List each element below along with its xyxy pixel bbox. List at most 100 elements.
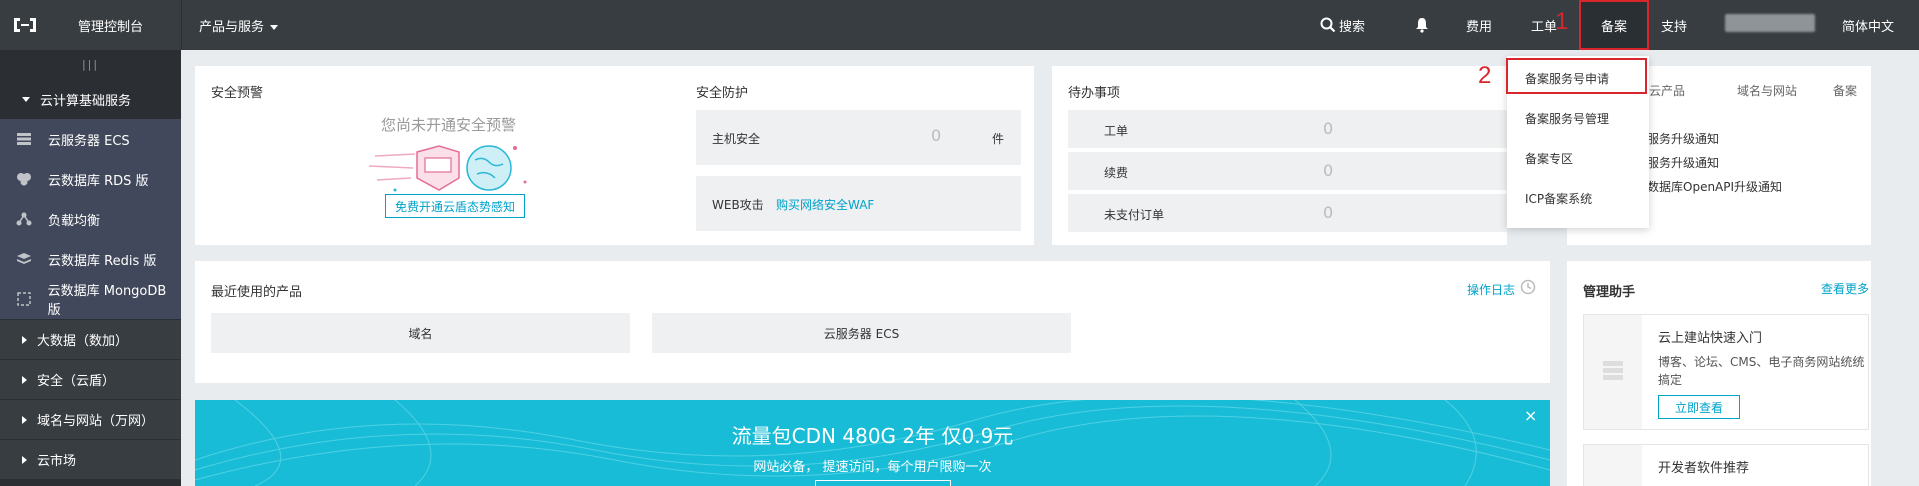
notice-line[interactable]: 服务升级通知 xyxy=(1647,154,1719,171)
bell-icon xyxy=(1416,18,1428,33)
todo-card: 待办事项 工单 0 续费 0 未支付订单 0 xyxy=(1052,66,1507,245)
todo-row-label: 续费 xyxy=(1104,166,1129,180)
recent-products-title: 最近使用的产品 xyxy=(211,285,303,300)
sidebar-group-bigdata[interactable]: 大数据（数加） xyxy=(0,319,181,359)
caret-right-icon xyxy=(22,415,27,424)
quickstart-description: 博客、论坛、CMS、电子商务网站统统搞定 xyxy=(1658,355,1865,387)
notice-tab-cloud-products[interactable]: 云产品 xyxy=(1649,82,1685,99)
sidebar-group-cloud[interactable]: 云计算基础服务 xyxy=(0,79,181,119)
host-security-label: 主机安全 xyxy=(712,132,761,146)
banner-cta-button[interactable] xyxy=(815,480,951,486)
support-menu[interactable]: 支持 xyxy=(1661,0,1687,50)
banner-title: 流量包CDN 480G 2年 仅0.9元 xyxy=(731,424,1014,448)
view-now-button[interactable]: 立即查看 xyxy=(1658,395,1740,419)
sidebar: ||| 云计算基础服务 云服务器 ECS 云数据库 RDS 版 负载均衡 云数据… xyxy=(0,50,181,486)
chevron-down-icon xyxy=(270,25,279,30)
recent-product-domain[interactable]: 域名 xyxy=(211,313,630,353)
sidebar-item-label: 云数据库 RDS 版 xyxy=(48,173,149,189)
notifications-button[interactable] xyxy=(1409,0,1435,50)
enable-situation-awareness-button[interactable]: 免费开通云盾态势感知 xyxy=(385,194,525,218)
database-icon xyxy=(14,171,34,187)
security-illustration-icon xyxy=(368,145,527,192)
sidebar-item-slb[interactable]: 负载均衡 xyxy=(0,199,181,239)
clock-icon[interactable] xyxy=(1520,279,1536,295)
close-icon[interactable]: × xyxy=(1524,406,1537,425)
notice-tab-beian[interactable]: 备案 xyxy=(1833,82,1857,99)
dropdown-item-icp-system[interactable]: ICP备案系统 xyxy=(1525,190,1592,207)
notice-line[interactable]: 数据库OpenAPI升级通知 xyxy=(1647,178,1782,195)
console-title[interactable]: 管理控制台 xyxy=(78,16,143,35)
redis-icon xyxy=(14,251,34,267)
sidebar-group-security[interactable]: 安全（云盾） xyxy=(0,359,181,399)
caret-right-icon xyxy=(22,455,27,464)
language-menu[interactable]: 简体中文 xyxy=(1842,0,1894,50)
host-security-count: 0 xyxy=(931,126,942,145)
host-security-unit: 件 xyxy=(992,132,1005,146)
todo-row-count: 0 xyxy=(1323,161,1334,180)
notice-line[interactable]: 服务升级通知 xyxy=(1647,130,1719,147)
ticket-menu[interactable]: 工单 xyxy=(1531,0,1557,50)
dropdown-item-beian-zone[interactable]: 备案专区 xyxy=(1525,150,1573,167)
security-protect-title: 安全防护 xyxy=(696,86,749,101)
sidebar-group-market[interactable]: 云市场 xyxy=(0,439,181,479)
fee-menu[interactable]: 费用 xyxy=(1466,0,1492,50)
quickstart-thumbnail xyxy=(1584,315,1642,429)
host-security-row[interactable]: 主机安全 0 件 xyxy=(696,110,1021,165)
caret-right-icon xyxy=(22,375,27,384)
sidebar-group-label: 域名与网站（万网） xyxy=(37,414,155,429)
notice-tab-domain-website[interactable]: 域名与网站 xyxy=(1737,82,1797,99)
recent-product-ecs[interactable]: 云服务器 ECS xyxy=(652,313,1071,353)
quickstart-title[interactable]: 云上建站快速入门 xyxy=(1658,327,1762,346)
sidebar-item-label: 云数据库 Redis 版 xyxy=(48,253,157,269)
user-avatar[interactable] xyxy=(1725,14,1815,32)
mongodb-icon xyxy=(14,291,34,307)
step-marker-2: 2 xyxy=(1478,62,1492,89)
sidebar-item-label: 负载均衡 xyxy=(48,213,101,229)
sidebar-group-domain[interactable]: 域名与网站（万网） xyxy=(0,399,181,439)
caret-right-icon xyxy=(22,335,27,344)
todo-row-count: 0 xyxy=(1323,203,1334,222)
todo-row-count: 0 xyxy=(1323,119,1334,138)
search-button[interactable]: 搜索 xyxy=(1320,0,1365,50)
dev-software-thumbnail xyxy=(1584,445,1642,486)
web-attack-label: WEB攻击 xyxy=(712,198,764,212)
server-stack-icon xyxy=(1603,361,1623,380)
security-alert-empty-text: 您尚未开通安全预警 xyxy=(381,116,517,134)
buy-waf-link[interactable]: 购买网络安全WAF xyxy=(776,196,874,213)
sidebar-group-label: 安全（云盾） xyxy=(37,374,116,389)
sidebar-item-ecs[interactable]: 云服务器 ECS xyxy=(0,119,181,159)
dev-software-card: 开发者软件推荐 xyxy=(1583,444,1869,486)
sidebar-collapse-toggle[interactable]: ||| xyxy=(0,50,181,79)
products-label: 产品与服务 xyxy=(199,20,265,35)
divider xyxy=(181,0,182,50)
banner-subtitle: 网站必备， 提速访问，每个用户限购一次 xyxy=(753,460,992,475)
sidebar-group-label: 大数据（数加） xyxy=(37,334,129,349)
security-card: 安全预警 您尚未开通安全预警 免费开通云盾态势感知 安全防护 主机安全 0 件 … xyxy=(195,66,1034,245)
todo-row-label: 工单 xyxy=(1104,124,1129,138)
dropdown-item-beian-manage[interactable]: 备案服务号管理 xyxy=(1525,110,1609,127)
view-more-link[interactable]: 查看更多 xyxy=(1821,280,1869,297)
load-balancer-icon xyxy=(14,211,34,227)
sidebar-item-redis[interactable]: 云数据库 Redis 版 xyxy=(0,239,181,279)
sidebar-item-mongodb[interactable]: 云数据库 MongoDB 版 xyxy=(0,279,181,319)
step-marker-1: 1 xyxy=(1555,8,1569,35)
todo-row-ticket[interactable]: 工单 0 xyxy=(1068,110,1507,148)
todo-row-unpaid[interactable]: 未支付订单 0 xyxy=(1068,194,1507,232)
cdn-promo-banner[interactable]: 流量包CDN 480G 2年 仅0.9元 网站必备， 提速访问，每个用户限购一次… xyxy=(195,400,1550,486)
sidebar-item-label: 云服务器 ECS xyxy=(48,133,130,149)
recent-products-card: 最近使用的产品 操作日志 域名 云服务器 ECS xyxy=(195,261,1550,383)
web-attack-row: WEB攻击 购买网络安全WAF xyxy=(696,176,1021,231)
dev-software-title[interactable]: 开发者软件推荐 xyxy=(1658,457,1749,476)
sidebar-item-rds[interactable]: 云数据库 RDS 版 xyxy=(0,159,181,199)
todo-row-label: 未支付订单 xyxy=(1104,208,1165,222)
search-label: 搜索 xyxy=(1339,19,1366,35)
sidebar-group-label: 云计算基础服务 xyxy=(40,93,132,109)
operation-log-link[interactable]: 操作日志 xyxy=(1467,281,1515,298)
quickstart-card: 云上建站快速入门 博客、论坛、CMS、电子商务网站统统搞定 立即查看 xyxy=(1583,314,1869,430)
aliyun-logo-icon[interactable] xyxy=(12,15,38,35)
caret-down-icon xyxy=(22,96,30,102)
todo-row-renew[interactable]: 续费 0 xyxy=(1068,152,1507,190)
beian-menu[interactable]: 备案 xyxy=(1579,0,1649,50)
products-menu[interactable]: 产品与服务 xyxy=(199,16,279,35)
todo-title: 待办事项 xyxy=(1068,86,1121,101)
